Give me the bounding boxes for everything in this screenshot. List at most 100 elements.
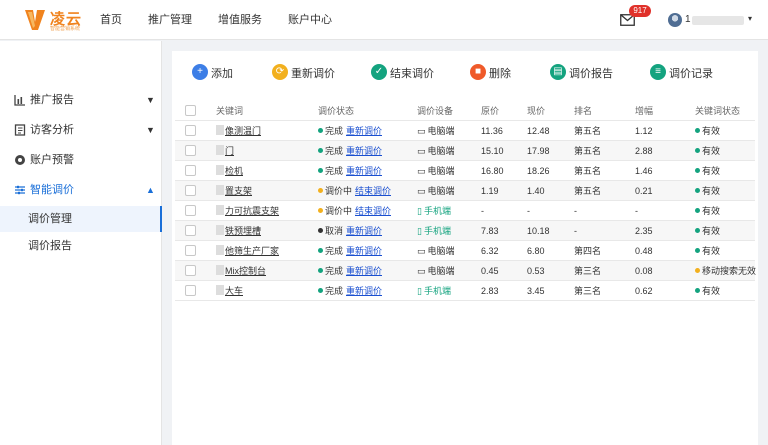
device-cell: ▭ 电脑端 [417, 121, 455, 141]
mobile-icon: ▯ [417, 206, 422, 216]
keyword-cell[interactable]: 力可抗震支架 [216, 201, 279, 221]
rank-cell: 第三名 [574, 286, 602, 296]
bid-action-link[interactable]: 重新调价 [346, 126, 382, 136]
gain-cell: 1.12 [635, 126, 653, 136]
status-dot [695, 288, 700, 293]
bid-status-cell: 调价中 结束调价 [318, 201, 391, 221]
sidebar: 推广报告 ▼ 访客分析 ▼ 账户预警 智能调价 ▲ 调价管理 调价报告 [0, 41, 162, 445]
rank-cell: - [574, 226, 577, 236]
button-label: 重新调价 [291, 68, 335, 80]
bid-action-link[interactable]: 重新调价 [346, 266, 382, 276]
status-dot [695, 228, 700, 233]
nav-home[interactable]: 首页 [100, 0, 122, 40]
avatar [668, 13, 682, 27]
keyword-cell[interactable]: 像测温门 [216, 121, 261, 141]
button-label: 添加 [211, 68, 233, 80]
keyword-cell[interactable]: 检机 [216, 161, 243, 181]
row-checkbox[interactable] [185, 205, 196, 216]
nav-value-added-services[interactable]: 增值服务 [218, 0, 262, 40]
keyword-redacted [216, 185, 224, 195]
user-menu[interactable]: 1 ▾ [668, 12, 760, 28]
bid-status-cell: 完成 重新调价 [318, 141, 382, 161]
table-row: Mix控制台 完成 重新调价 ▭ 电脑端 0.45 0.53 第三名 0.08 移动搜索无效 [175, 261, 756, 281]
keyword-cell[interactable]: 大车 [216, 281, 243, 301]
status-dot [318, 248, 323, 253]
status-dot [318, 268, 323, 273]
bid-status-cell: 调价中 结束调价 [318, 181, 391, 201]
column-header: 关键词 [216, 106, 244, 116]
row-checkbox[interactable] [185, 145, 196, 156]
button-label: 调价记录 [669, 68, 713, 80]
bid-action-link[interactable]: 重新调价 [346, 226, 382, 236]
keyword-redacted [216, 265, 224, 275]
table-row: 他筛生产厂家 完成 重新调价 ▭ 电脑端 6.32 6.80 第四名 0.48 有效 [175, 241, 755, 261]
column-header: 现价 [527, 106, 546, 116]
row-checkbox[interactable] [185, 225, 196, 236]
nav-account-center[interactable]: 账户中心 [288, 0, 332, 40]
keyword-redacted [216, 205, 224, 215]
bid-action-link[interactable]: 重新调价 [346, 146, 382, 156]
row-checkbox[interactable] [185, 125, 196, 136]
alert-icon [15, 155, 25, 165]
row-checkbox[interactable] [185, 185, 196, 196]
original-price-cell: 0.45 [481, 266, 499, 276]
caret-down-icon: ▾ [748, 14, 753, 23]
current-price-cell: - [527, 206, 530, 216]
bid-action-link[interactable]: 结束调价 [355, 206, 391, 216]
mobile-icon: ▯ [417, 226, 422, 236]
keyword-cell[interactable]: 铁预埋槽 [216, 221, 261, 241]
status-dot [318, 188, 323, 193]
plus-icon: + [192, 64, 208, 80]
column-header: 调价设备 [417, 106, 454, 116]
gain-cell: - [635, 206, 638, 216]
bid-status-cell: 完成 重新调价 [318, 281, 382, 301]
status-dot [695, 208, 700, 213]
row-checkbox[interactable] [185, 285, 196, 296]
bid-action-link[interactable]: 重新调价 [346, 286, 382, 296]
current-price-cell: 3.45 [527, 286, 545, 296]
table-row: 检机 完成 重新调价 ▭ 电脑端 16.80 18.26 第五名 1.46 有效 [175, 161, 755, 181]
sidebar-item-account-alert[interactable]: 账户预警 [0, 145, 162, 175]
status-dot [318, 168, 323, 173]
desktop-icon: ▭ [417, 186, 426, 196]
table-row: 力可抗震支架 调价中 结束调价 ▯ 手机端 - - - - 有效 [175, 201, 755, 221]
table-row: 置支架 调价中 结束调价 ▭ 电脑端 1.19 1.40 第五名 0.21 有效 [175, 181, 755, 201]
keyword-redacted [216, 125, 224, 135]
current-price-cell: 12.48 [527, 126, 550, 136]
keyword-redacted [216, 165, 224, 175]
device-cell: ▯ 手机端 [417, 281, 451, 301]
keyword-cell[interactable]: 门 [216, 141, 234, 161]
bid-action-link[interactable]: 重新调价 [346, 166, 382, 176]
keyword-cell[interactable]: Mix控制台 [216, 261, 266, 281]
bid-action-link[interactable]: 结束调价 [355, 186, 391, 196]
row-checkbox[interactable] [185, 265, 196, 276]
button-label: 结束调价 [390, 68, 434, 80]
sidebar-subitem-bid-management[interactable]: 调价管理 [0, 206, 162, 232]
column-header: 原价 [481, 106, 500, 116]
current-price-cell: 6.80 [527, 246, 545, 256]
row-checkbox[interactable] [185, 165, 196, 176]
rank-cell: 第五名 [574, 146, 602, 156]
select-all-checkbox[interactable] [185, 105, 196, 116]
keyword-status-cell: 有效 [695, 121, 720, 141]
nav-promotion-management[interactable]: 推广管理 [148, 0, 192, 40]
keyword-cell[interactable]: 他筛生产厂家 [216, 241, 279, 261]
sidebar-item-visitor-analysis[interactable]: 访客分析 ▼ [0, 115, 162, 145]
status-dot [318, 128, 323, 133]
table-header: 关键词 调价状态 调价设备 原价 现价 排名 增幅 关键词状态 [175, 101, 755, 121]
sidebar-item-smart-bidding[interactable]: 智能调价 ▲ [0, 175, 162, 205]
keyword-status-cell: 有效 [695, 181, 720, 201]
rank-cell: 第五名 [574, 126, 602, 136]
bid-action-link[interactable]: 重新调价 [346, 246, 382, 256]
gain-cell: 0.08 [635, 266, 653, 276]
keyword-status-cell: 有效 [695, 241, 720, 261]
sidebar-item-promotion-report[interactable]: 推广报告 ▼ [0, 85, 162, 115]
sidebar-subitem-bid-report[interactable]: 调价报告 [0, 233, 162, 259]
keyword-cell[interactable]: 置支架 [216, 181, 252, 201]
desktop-icon: ▭ [417, 246, 426, 256]
sliders-icon [15, 185, 25, 195]
desktop-icon: ▭ [417, 146, 426, 156]
column-header: 排名 [574, 106, 593, 116]
row-checkbox[interactable] [185, 245, 196, 256]
logo[interactable]: 凌云 智能营销系统 [24, 8, 104, 34]
